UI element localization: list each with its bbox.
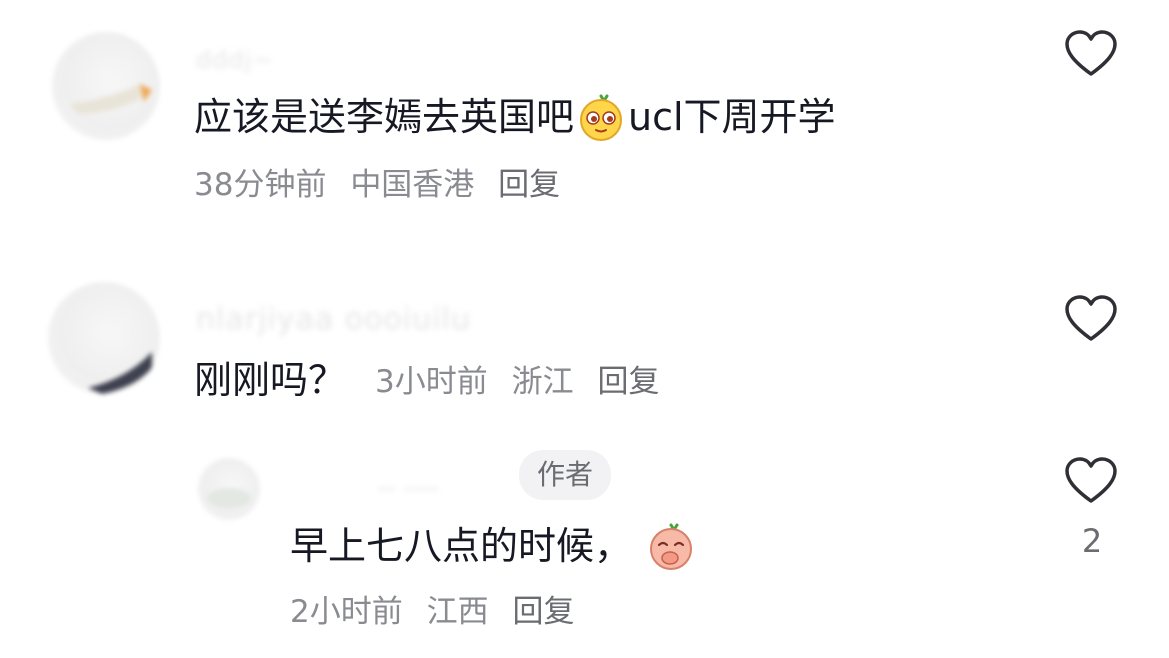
comment-text: 早上七八点的时候， — [290, 521, 698, 571]
comment-text-part: 应该是送李嫣去英国吧 — [194, 95, 575, 139]
comment-time: 2小时前 — [290, 594, 403, 630]
comment-text: 应该是送李嫣去英国吧 ucl下周开学 — [194, 92, 836, 142]
comment-location: 浙江 — [511, 364, 574, 400]
like-button[interactable] — [1063, 455, 1119, 507]
heart-outline-icon — [1065, 295, 1117, 341]
comment-username[interactable]: -- ---- — [378, 476, 440, 501]
comment-time: 3小时前 — [375, 364, 488, 400]
comment-meta: 3小时前 浙江 回复 — [375, 362, 673, 402]
reply-button[interactable]: 回复 — [498, 167, 560, 203]
avatar-image — [88, 352, 152, 394]
like-button[interactable] — [1063, 293, 1119, 345]
comment-username[interactable]: dddj~ — [196, 46, 273, 74]
comment-text: 刚刚吗？ — [194, 358, 347, 402]
comment-meta: 2小时前 江西 回复 — [290, 592, 588, 632]
reply-button[interactable]: 回复 — [512, 594, 574, 630]
like-button[interactable] — [1063, 28, 1119, 80]
heart-outline-icon — [1065, 457, 1117, 503]
avatar[interactable] — [48, 282, 160, 394]
author-badge: 作者 — [519, 450, 612, 500]
avatar[interactable] — [52, 32, 160, 140]
comment-username[interactable]: nlarjiyaa oooiuilu — [196, 302, 471, 337]
comment-location: 中国香港 — [350, 167, 475, 203]
comment-text-part: ucl下周开学 — [628, 95, 836, 139]
smug-face-sticker-icon — [580, 94, 623, 141]
comment-list: dddj~ 应该是送李嫣去英国吧 ucl下周开学 38分钟前 中国香港 回复 n… — [0, 0, 1169, 658]
avatar-image — [207, 488, 251, 508]
comment-location: 江西 — [426, 594, 489, 630]
covering-mouth-sticker-icon — [650, 523, 693, 570]
avatar-image — [70, 84, 152, 114]
comment-text-part: 早上七八点的时候， — [290, 524, 633, 568]
avatar[interactable] — [198, 458, 260, 520]
like-count: 2 — [1081, 522, 1103, 560]
reply-button[interactable]: 回复 — [597, 364, 659, 400]
comment-meta: 38分钟前 中国香港 回复 — [194, 165, 574, 205]
comment-time: 38分钟前 — [194, 167, 327, 203]
heart-outline-icon — [1065, 30, 1117, 76]
